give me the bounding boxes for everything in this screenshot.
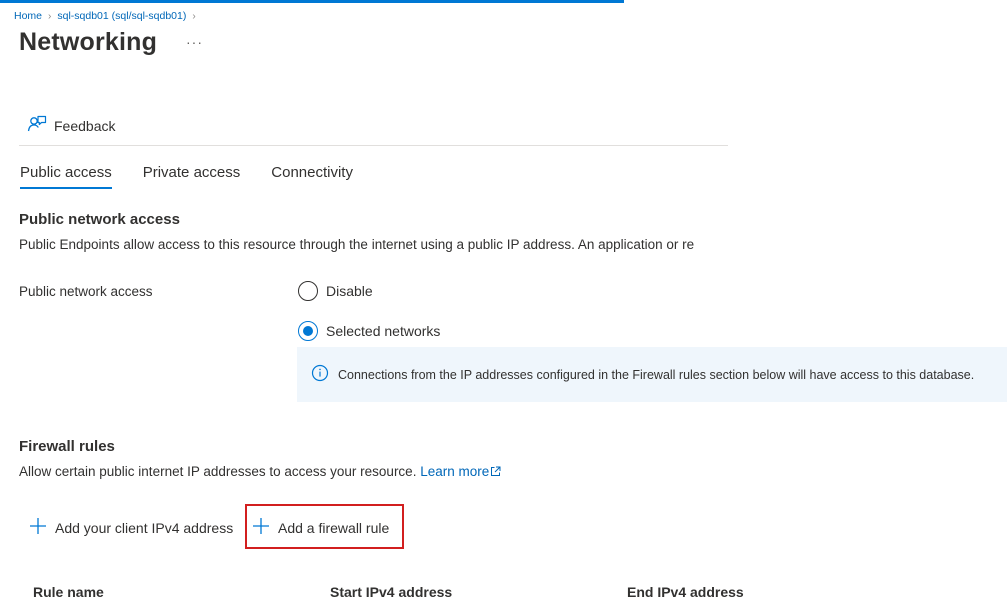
tab-private-access[interactable]: Private access <box>143 160 241 189</box>
radio-selected-networks-label: Selected networks <box>326 323 441 339</box>
feedback-button[interactable]: Feedback <box>27 114 115 137</box>
info-message-bar: Connections from the IP addresses config… <box>297 347 1007 402</box>
page-title: Networking <box>19 28 158 56</box>
firewall-rules-description: Allow certain public internet IP address… <box>19 464 501 479</box>
public-network-description: Public Endpoints allow access to this re… <box>19 237 695 252</box>
learn-more-link[interactable]: Learn more <box>420 464 501 479</box>
loading-progress-bar <box>0 0 624 3</box>
add-client-ip-button[interactable]: Add your client IPv4 address <box>29 517 233 538</box>
plus-icon <box>29 517 47 538</box>
feedback-icon <box>27 114 47 137</box>
radio-unchecked-icon <box>298 281 318 301</box>
column-header-end-ip[interactable]: End IPv4 address <box>627 584 744 600</box>
info-icon <box>311 364 329 385</box>
public-network-field-label: Public network access <box>19 284 153 299</box>
chevron-right-icon: › <box>192 10 196 22</box>
command-bar: Feedback <box>19 106 728 146</box>
radio-disable-label: Disable <box>326 283 373 299</box>
public-network-heading: Public network access <box>19 211 180 228</box>
add-client-ip-label: Add your client IPv4 address <box>55 519 234 536</box>
radio-selected-networks[interactable]: Selected networks <box>298 321 440 341</box>
firewall-rules-heading: Firewall rules <box>19 438 115 455</box>
breadcrumb-resource-link[interactable]: sql-sqdb01 (sql/sql-sqdb01) <box>57 10 186 22</box>
more-options-icon[interactable]: ··· <box>186 34 203 50</box>
highlight-annotation-box <box>245 504 404 549</box>
networking-page: Home › sql-sqdb01 (sql/sql-sqdb01) › Net… <box>0 0 1007 609</box>
external-link-icon <box>489 464 501 479</box>
radio-checked-icon <box>298 321 318 341</box>
tab-connectivity[interactable]: Connectivity <box>271 160 353 189</box>
column-header-start-ip[interactable]: Start IPv4 address <box>330 584 452 600</box>
breadcrumb: Home › sql-sqdb01 (sql/sql-sqdb01) › <box>14 10 196 22</box>
tab-list: Public access Private access Connectivit… <box>20 160 384 189</box>
chevron-right-icon: › <box>48 10 52 22</box>
firewall-description-text: Allow certain public internet IP address… <box>19 464 417 479</box>
info-message-text: Connections from the IP addresses config… <box>338 367 975 382</box>
feedback-label: Feedback <box>54 117 116 134</box>
radio-disable[interactable]: Disable <box>298 281 373 301</box>
breadcrumb-home-link[interactable]: Home <box>14 10 42 22</box>
column-header-rule-name[interactable]: Rule name <box>33 584 104 600</box>
tab-public-access[interactable]: Public access <box>20 160 112 189</box>
